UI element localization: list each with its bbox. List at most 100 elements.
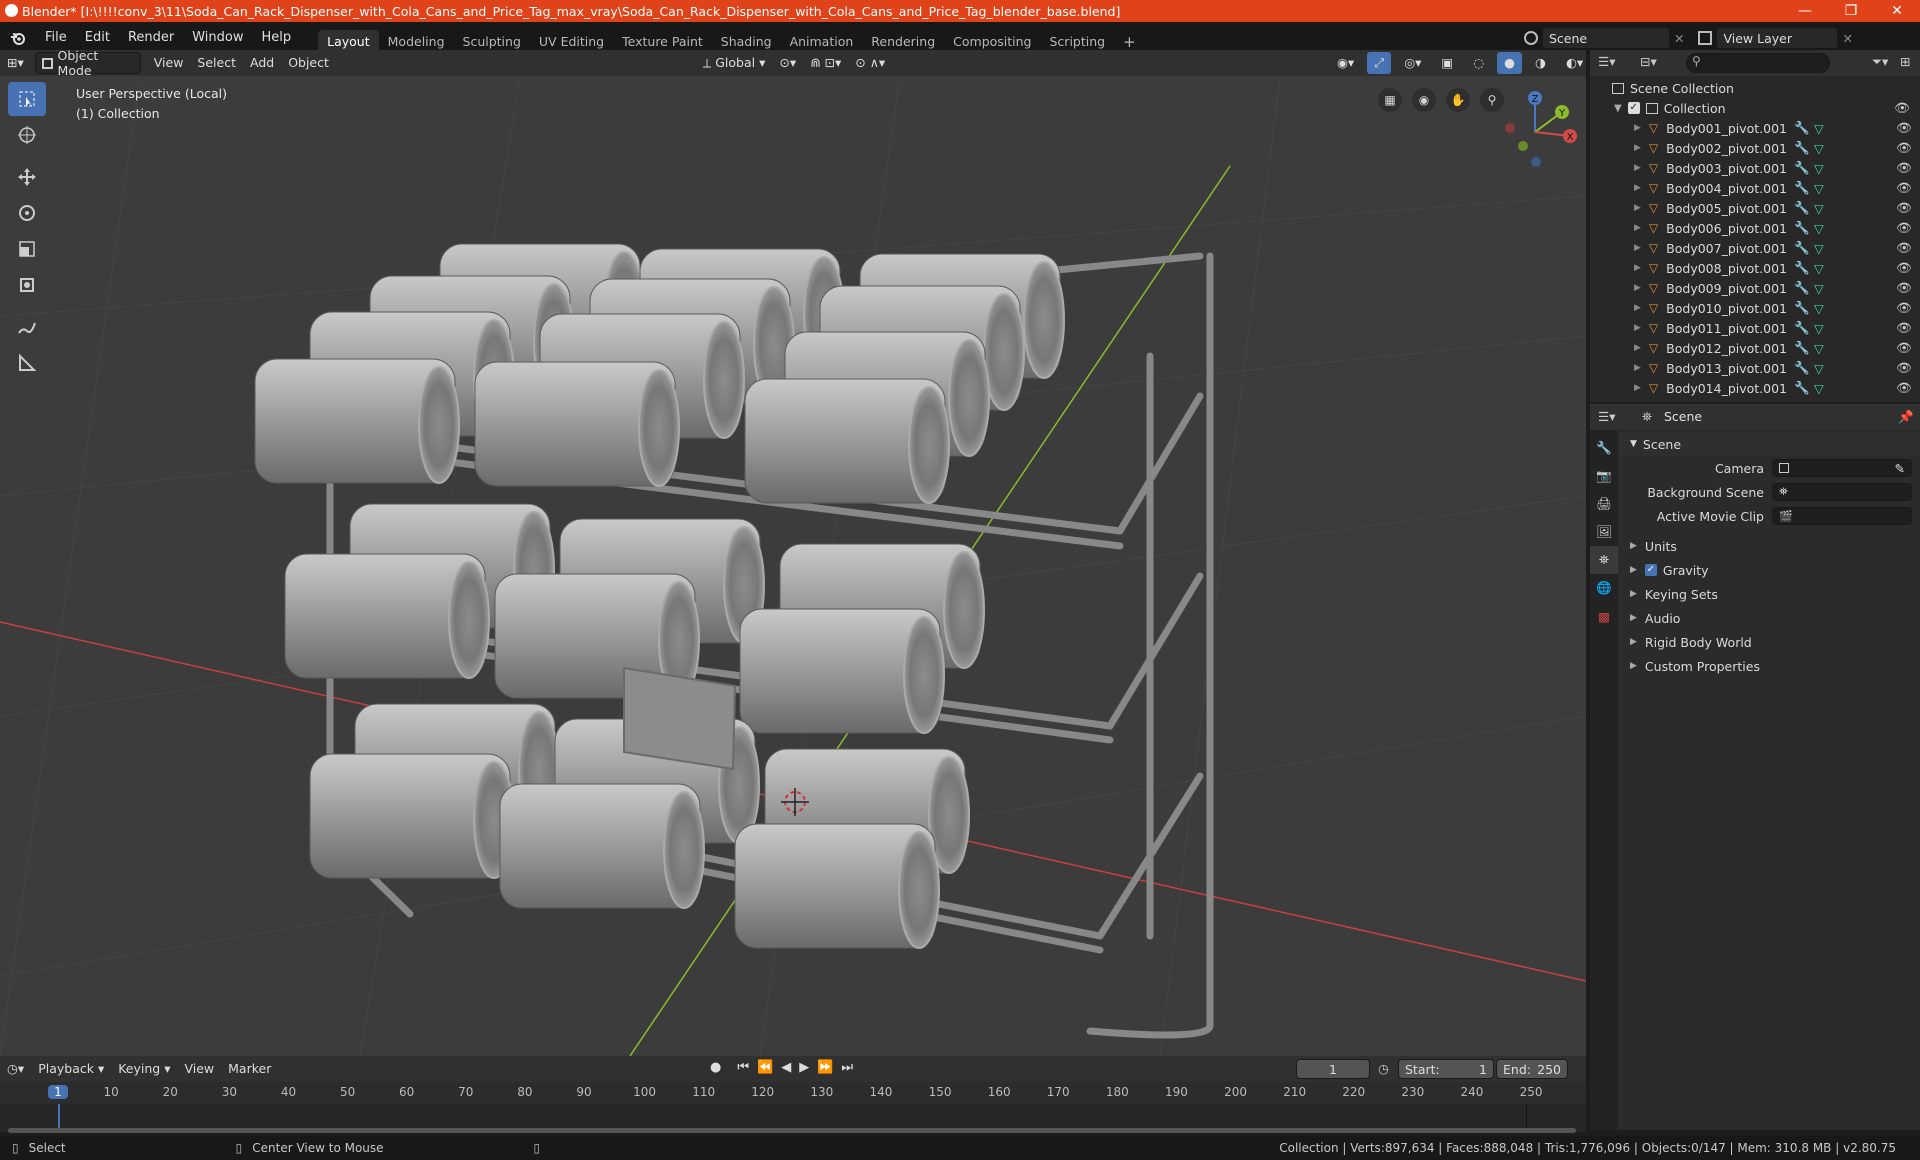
expand-arrow-icon[interactable]: ▶ <box>1634 263 1641 273</box>
soda-can[interactable] <box>309 753 515 879</box>
camera-field[interactable]: ✎ <box>1772 459 1912 477</box>
menu-help[interactable]: Help <box>253 27 301 49</box>
render-props-tab-icon[interactable]: 📷 <box>1590 462 1618 490</box>
outliner-item[interactable]: ▶ ▽ Body005_pivot.001 🔧 ▽ 👁 <box>1590 198 1920 218</box>
soda-can[interactable] <box>739 608 945 734</box>
visibility-eye-icon[interactable]: 👁 <box>1896 180 1912 196</box>
menu-select[interactable]: Select <box>190 52 243 74</box>
subsection-gravity[interactable]: ▶ ✓ Gravity <box>1620 558 1920 582</box>
visibility-eye-icon[interactable]: 👁 <box>1896 240 1912 256</box>
move-tool-icon[interactable] <box>8 160 46 194</box>
prev-keyframe-icon[interactable]: ⏪ <box>757 1060 773 1075</box>
modifier-wrench-icon[interactable]: 🔧 <box>1794 200 1810 216</box>
visibility-eye-icon[interactable]: 👁 <box>1896 260 1912 276</box>
outliner-item[interactable]: ▶ ▽ Body013_pivot.001 🔧 ▽ 👁 <box>1590 358 1920 378</box>
scene-section-header[interactable]: ▼ Scene <box>1620 432 1920 456</box>
pan-hand-icon[interactable]: ✋ <box>1446 88 1470 112</box>
auto-keying-clock-icon[interactable]: ◷ <box>1378 1061 1389 1076</box>
frame-ruler[interactable]: 1 10 20 30 40 50 60 70 80 90 100 110 120 130 140 150 160… <box>0 1082 1586 1104</box>
gravity-checkbox[interactable]: ✓ <box>1644 564 1657 576</box>
modifier-wrench-icon[interactable]: 🔧 <box>1794 280 1810 296</box>
outliner-item[interactable]: ▶ ▽ Body002_pivot.001 🔧 ▽ 👁 <box>1590 138 1920 158</box>
next-keyframe-icon[interactable]: ⏩ <box>817 1060 833 1075</box>
world-props-tab-icon[interactable]: 🌐 <box>1590 574 1618 602</box>
subsection-custom-properties[interactable]: ▶ Custom Properties <box>1620 654 1920 678</box>
xray-icon[interactable]: ▣ <box>1434 52 1460 74</box>
scene-selector[interactable]: Scene <box>1542 27 1670 49</box>
modifier-wrench-icon[interactable]: 🔧 <box>1794 380 1810 396</box>
start-frame-field[interactable]: Start: 1 <box>1398 1059 1494 1079</box>
texture-props-tab-icon[interactable]: ▩ <box>1590 602 1618 630</box>
blender-menu-icon[interactable] <box>0 31 36 45</box>
maximize-button[interactable]: ❐ <box>1828 0 1874 22</box>
modifier-wrench-icon[interactable]: 🔧 <box>1794 160 1810 176</box>
expand-arrow-icon[interactable]: ▶ <box>1634 363 1641 373</box>
subsection-keying-sets[interactable]: ▶ Keying Sets <box>1620 582 1920 606</box>
expand-arrow-icon[interactable]: ▶ <box>1634 343 1641 353</box>
subsection-units[interactable]: ▶ Units <box>1620 534 1920 558</box>
outliner-item[interactable]: ▶ ▽ Body003_pivot.001 🔧 ▽ 👁 <box>1590 158 1920 178</box>
playback-menu[interactable]: Playback ▾ <box>31 1058 111 1080</box>
marker-menu[interactable]: Marker <box>221 1058 278 1080</box>
soda-cans-group[interactable] <box>254 243 1065 949</box>
soda-can[interactable] <box>734 823 940 949</box>
gizmo-toggle-icon[interactable]: ⤢ <box>1367 52 1392 74</box>
collection-checkbox[interactable]: ✓ <box>1627 102 1640 114</box>
outliner-item[interactable]: ▶ ▽ Body011_pivot.001 🔧 ▽ 👁 <box>1590 318 1920 338</box>
scale-tool-icon[interactable] <box>8 232 46 266</box>
timeline-editor-type-icon[interactable]: ◷▾ <box>0 1058 31 1080</box>
modifier-wrench-icon[interactable]: 🔧 <box>1794 320 1810 336</box>
keying-menu[interactable]: Keying ▾ <box>111 1058 177 1080</box>
filter-icon[interactable]: ⏷▾ <box>1872 54 1888 70</box>
expand-arrow-icon[interactable]: ▶ <box>1634 303 1641 313</box>
visibility-eye-icon[interactable]: 👁 <box>1896 320 1912 336</box>
output-props-tab-icon[interactable]: 🖨 <box>1590 490 1618 518</box>
expand-arrow-icon[interactable]: ▶ <box>1634 223 1641 233</box>
orientation-selector[interactable]: ⟂ Global ▾ <box>696 52 772 74</box>
background-scene-field[interactable]: ⛯ <box>1772 483 1912 501</box>
outliner-item[interactable]: ▶ ▽ Body012_pivot.001 🔧 ▽ 👁 <box>1590 338 1920 358</box>
mesh-data-icon[interactable]: ▽ <box>1814 261 1824 276</box>
play-icon[interactable]: ▶ <box>799 1060 809 1075</box>
active-movie-clip-field[interactable]: 🎬 <box>1772 507 1912 525</box>
measure-tool-icon[interactable] <box>8 346 46 380</box>
mesh-data-icon[interactable]: ▽ <box>1814 141 1824 156</box>
material-shading-icon[interactable]: ◑ <box>1528 52 1553 74</box>
expand-arrow-icon[interactable]: ▶ <box>1634 123 1641 133</box>
modifier-wrench-icon[interactable]: 🔧 <box>1794 360 1810 376</box>
expand-arrow-icon[interactable]: ▶ <box>1634 143 1641 153</box>
modifier-wrench-icon[interactable]: 🔧 <box>1794 140 1810 156</box>
soda-can[interactable] <box>254 358 460 484</box>
modifier-wrench-icon[interactable]: 🔧 <box>1794 300 1810 316</box>
scene-props-tab-icon[interactable]: ⛯ <box>1590 546 1618 574</box>
collapse-arrow-icon[interactable]: ▼ <box>1614 103 1622 114</box>
end-frame-field[interactable]: End: 250 <box>1496 1059 1568 1079</box>
mesh-data-icon[interactable]: ▽ <box>1814 121 1824 136</box>
record-icon[interactable]: ● <box>710 1060 721 1075</box>
outliner-search-input[interactable] <box>1686 53 1830 73</box>
tool-props-tab-icon[interactable]: 🔧 <box>1590 434 1618 462</box>
view-layer-props-tab-icon[interactable]: 🖼 <box>1590 518 1618 546</box>
outliner-item[interactable]: ▶ ▽ Body009_pivot.001 🔧 ▽ 👁 <box>1590 278 1920 298</box>
price-tag[interactable] <box>623 666 737 771</box>
modifier-wrench-icon[interactable]: 🔧 <box>1794 260 1810 276</box>
mesh-data-icon[interactable]: ▽ <box>1814 381 1824 396</box>
menu-add[interactable]: Add <box>243 52 281 74</box>
editor-type-icon[interactable]: ⊞▾ <box>0 52 31 74</box>
outliner-editor-type-icon[interactable]: ☰▾ <box>1598 54 1615 69</box>
expand-arrow-icon[interactable]: ▶ <box>1634 283 1641 293</box>
mesh-data-icon[interactable]: ▽ <box>1814 341 1824 356</box>
scene-close-icon[interactable]: ✕ <box>1674 31 1684 46</box>
subsection-rigid-body-world[interactable]: ▶ Rigid Body World <box>1620 630 1920 654</box>
solid-shading-icon[interactable]: ● <box>1497 52 1523 74</box>
visibility-eye-icon[interactable]: 👁 <box>1896 220 1912 236</box>
jump-start-icon[interactable]: ⏮ <box>737 1060 749 1075</box>
visibility-eye-icon[interactable]: 👁 <box>1896 120 1912 136</box>
timeline-area[interactable]: 1 10 20 30 40 50 60 70 80 90 100 110 120 130 140 150 160… <box>0 1082 1586 1133</box>
view-layer-selector[interactable]: View Layer <box>1716 27 1839 49</box>
expand-arrow-icon[interactable]: ▶ <box>1634 243 1641 253</box>
modifier-wrench-icon[interactable]: 🔧 <box>1794 220 1810 236</box>
soda-can[interactable] <box>284 553 490 679</box>
view-layer-close-icon[interactable]: ✕ <box>1842 31 1852 46</box>
mesh-data-icon[interactable]: ▽ <box>1814 281 1824 296</box>
